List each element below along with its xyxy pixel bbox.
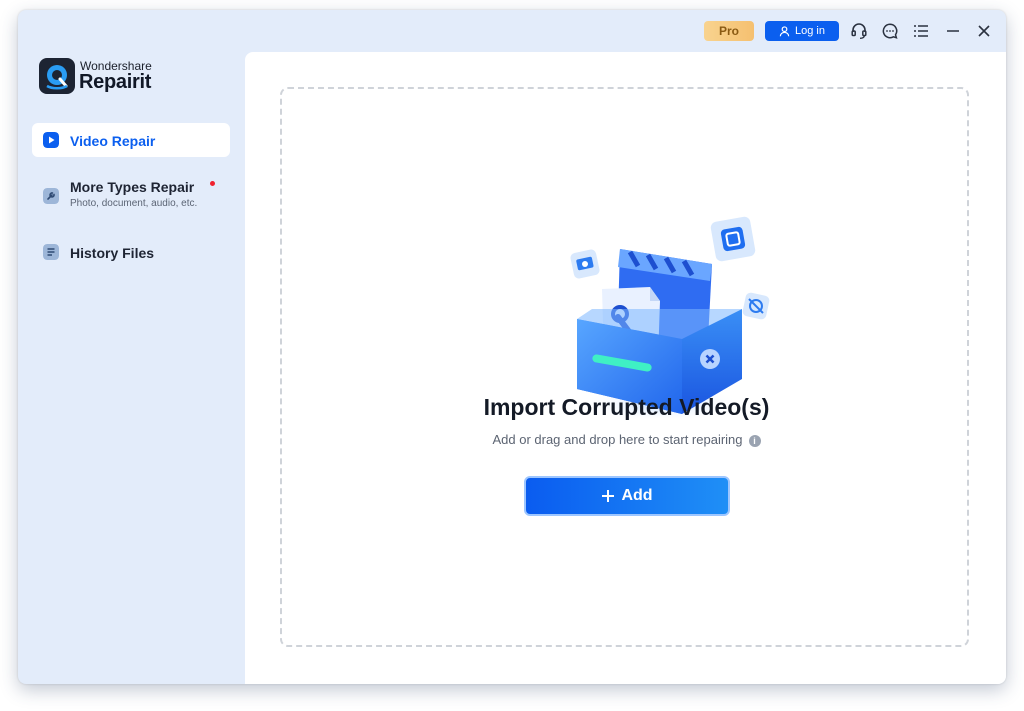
sidebar-item-more-types-repair[interactable]: More Types Repair Photo, document, audio… bbox=[32, 173, 230, 217]
sidebar-item-video-repair[interactable]: Video Repair bbox=[32, 123, 230, 157]
menu-icon[interactable] bbox=[912, 22, 930, 40]
history-document-icon bbox=[43, 244, 59, 260]
app-window: Pro Log in Wondershare Repairit Video Re… bbox=[18, 10, 1006, 684]
add-label: Add bbox=[621, 487, 653, 504]
wrench-icon bbox=[43, 188, 59, 204]
sidebar-item-history-files[interactable]: History Files bbox=[32, 238, 230, 270]
import-subtitle-text: Add or drag and drop here to start repai… bbox=[492, 432, 743, 447]
new-dot bbox=[210, 181, 215, 186]
info-icon[interactable]: i bbox=[748, 434, 761, 447]
plus-icon bbox=[602, 490, 615, 502]
import-subtitle: Add or drag and drop here to start repai… bbox=[282, 432, 971, 447]
sidebar-item-label: History Files bbox=[70, 245, 155, 261]
chat-icon[interactable] bbox=[881, 22, 899, 40]
pro-badge[interactable]: Pro bbox=[704, 21, 754, 41]
login-button[interactable]: Log in bbox=[765, 21, 839, 41]
headset-icon[interactable] bbox=[850, 22, 868, 40]
close-icon[interactable] bbox=[975, 22, 993, 40]
main-panel: Import Corrupted Video(s) Add or drag an… bbox=[245, 52, 1006, 684]
pro-label: Pro bbox=[718, 24, 739, 38]
repairit-logo-icon bbox=[39, 58, 75, 94]
login-label: Log in bbox=[795, 25, 825, 37]
video-play-icon bbox=[43, 132, 59, 148]
import-title: Import Corrupted Video(s) bbox=[483, 394, 770, 420]
sidebar-item-label: Video Repair bbox=[70, 133, 156, 149]
brand-product: Repairit bbox=[79, 71, 152, 93]
user-icon bbox=[779, 25, 790, 36]
title-bar: Pro Log in bbox=[18, 10, 1006, 52]
sidebar-item-label: More Types Repair bbox=[70, 179, 195, 195]
drop-zone[interactable]: Import Corrupted Video(s) Add or drag an… bbox=[280, 87, 969, 647]
add-button[interactable]: Add bbox=[524, 476, 730, 516]
video-repair-box-illustration bbox=[570, 216, 770, 422]
minimize-icon[interactable] bbox=[944, 22, 962, 40]
sidebar-item-sublabel: Photo, document, audio, etc. bbox=[70, 198, 198, 209]
